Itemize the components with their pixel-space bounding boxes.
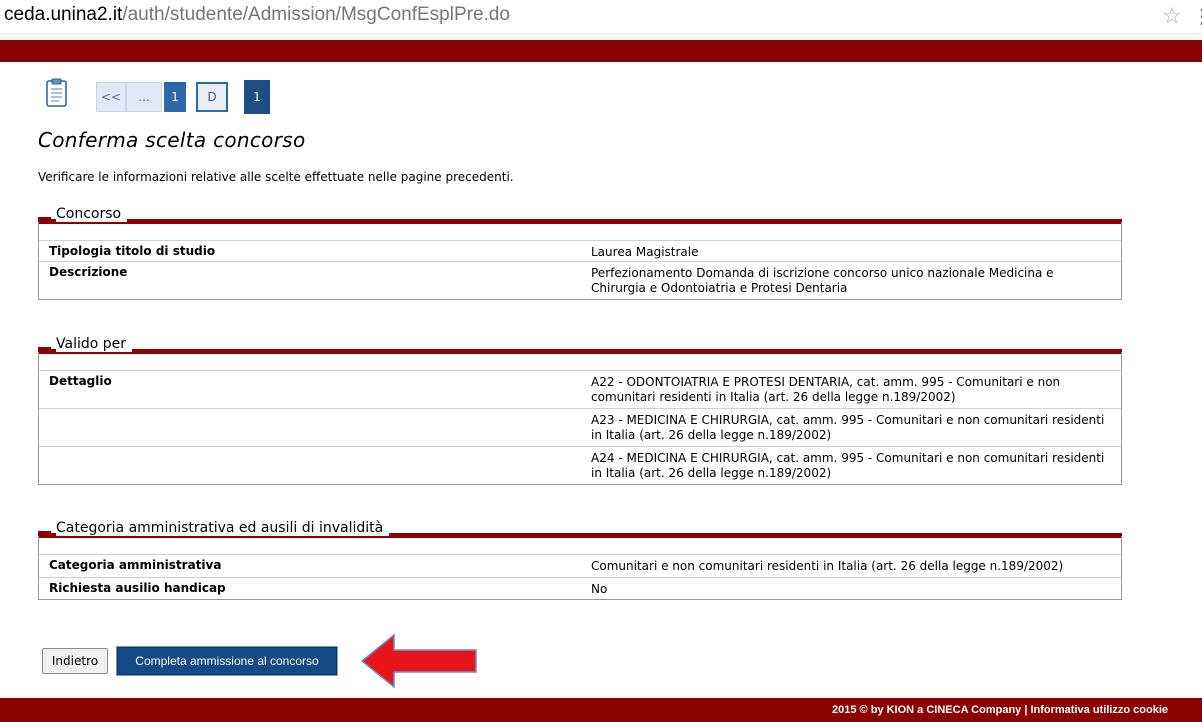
nav-current-step: 1 [244,80,270,114]
url-path: /auth/studente/Admission/MsgConfEsplPre.… [122,4,510,25]
bookmark-star-icon[interactable]: ☆ [1162,4,1182,29]
row-value: A22 - ODONTOIATRIA E PROTESI DENTARIA, c… [591,375,1061,404]
section-valido-per: Valido per Dettaglio A22 - ODONTOIATRIA … [38,336,1122,500]
row-value: A23 - MEDICINA E CHIRURGIA, cat. amm. 99… [591,413,1105,442]
url-host: ceda.unina2.it [4,4,123,25]
table-row: Dettaglio A22 - ODONTOIATRIA E PROTESI D… [39,371,1121,409]
section-title: Categoria amministrativa ed ausili di in… [56,520,390,536]
page-footer: 2015 © by KION a CINECA Company | Inform… [0,698,1202,722]
footer-text[interactable]: 2015 © by KION a CINECA Company | Inform… [832,704,1168,716]
chrome-menu-icon[interactable]: ⋮ [1192,4,1202,28]
row-label: Descrizione [49,265,128,279]
back-button[interactable]: Indietro [42,648,108,674]
section-categoria-amministrativa: Categoria amministrativa ed ausili di in… [38,520,1122,630]
row-value: Perfezionamento Domanda di iscrizione co… [591,266,1054,295]
section-title: Valido per [56,336,133,352]
red-arrow-left-icon [360,633,477,689]
nav-step-1-button[interactable]: 1 [164,82,186,112]
row-label: Dettaglio [49,374,112,388]
complete-admission-button[interactable]: Completa ammissione al concorso [116,646,338,676]
table-row: A24 - MEDICINA E CHIRURGIA, cat. amm. 99… [39,447,1121,484]
header-band [0,40,1202,62]
section-title: Concorso [56,206,128,222]
browser-address-bar[interactable]: ceda.unina2.it/auth/studente/Admission/M… [0,0,1202,34]
row-value: A24 - MEDICINA E CHIRURGIA, cat. amm. 99… [591,451,1105,480]
row-value: Laurea Magistrale [591,245,699,259]
row-value: No [591,582,608,596]
nav-first-button[interactable]: << [96,82,126,112]
url-text[interactable]: ceda.unina2.it/auth/studente/Admission/M… [4,4,510,26]
table-row: Tipologia titolo di studio Laurea Magist… [39,241,1121,262]
table-row: Categoria amministrativa Comunitari e no… [39,555,1121,578]
table-row: A23 - MEDICINA E CHIRURGIA, cat. amm. 99… [39,409,1121,447]
row-label: Categoria amministrativa [49,558,222,572]
nav-step-d-button[interactable]: D [196,82,228,112]
row-value: Comunitari e non comunitari residenti in… [591,559,1064,573]
page-intro-text: Verificare le informazioni relative alle… [38,170,514,184]
section-table: Categoria amministrativa Comunitari e no… [38,536,1122,600]
section-table: Tipologia titolo di studio Laurea Magist… [38,222,1122,300]
table-row: Richiesta ausilio handicap No [39,578,1121,599]
section-concorso: Concorso Tipologia titolo di studio Laur… [38,206,1122,324]
clipboard-icon [46,78,67,107]
page-title: Conferma scelta concorso [38,128,306,152]
row-label: Tipologia titolo di studio [49,244,216,258]
section-table: Dettaglio A22 - ODONTOIATRIA E PROTESI D… [38,352,1122,485]
row-label: Richiesta ausilio handicap [49,581,226,595]
table-row: Descrizione Perfezionamento Domanda di i… [39,262,1121,299]
nav-more-button[interactable]: ... [126,82,162,112]
